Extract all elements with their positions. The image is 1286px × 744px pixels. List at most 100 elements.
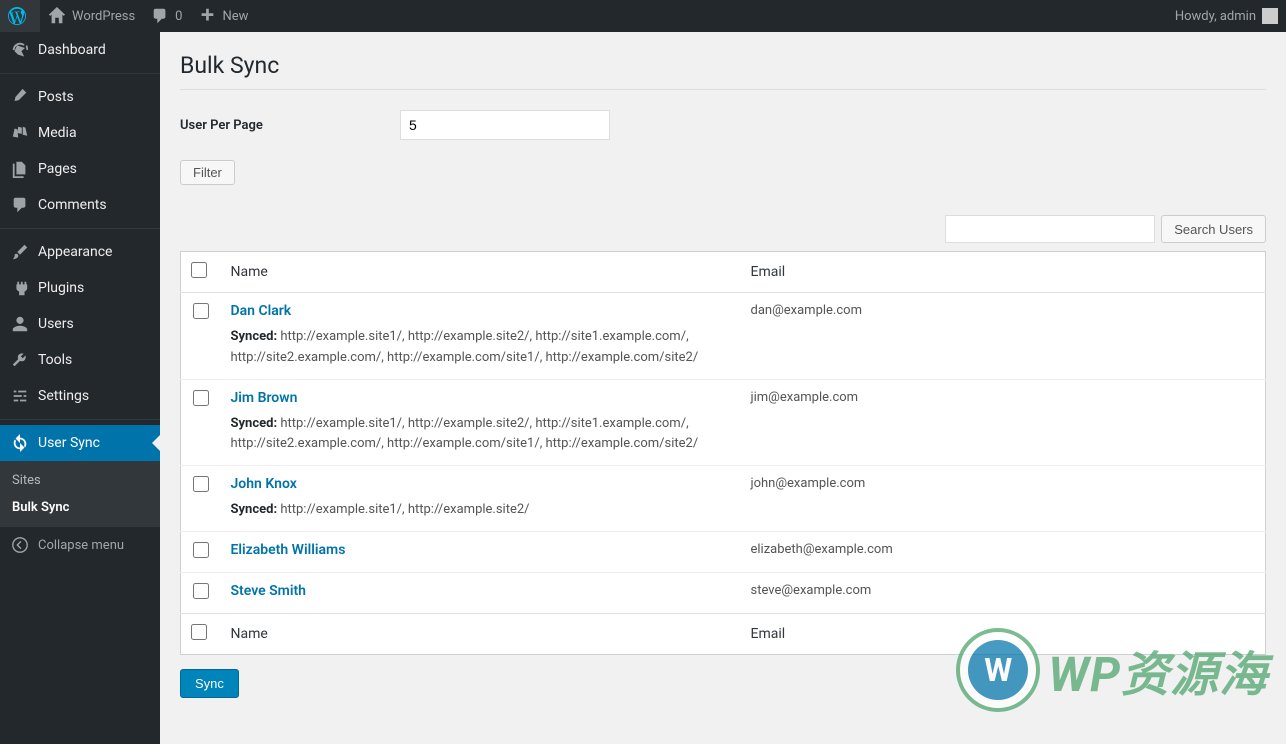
row-check-cell — [181, 531, 221, 572]
select-all-checkbox-bottom[interactable] — [191, 624, 207, 640]
synced-info: Synced: http://example.site1/, http://ex… — [231, 327, 731, 369]
collapse-icon — [10, 535, 30, 555]
synced-label: Synced: — [231, 329, 281, 344]
row-name-cell: Dan Clark Synced: http://example.site1/, … — [221, 293, 741, 380]
site-name-label: WordPress — [72, 9, 135, 24]
pages-icon — [10, 159, 30, 179]
per-page-input[interactable] — [400, 110, 610, 140]
plug-icon — [10, 278, 30, 298]
email-header[interactable]: Email — [741, 252, 1266, 293]
user-name-link[interactable]: Dan Clark — [231, 303, 292, 319]
sync-button[interactable]: Sync — [180, 669, 239, 698]
search-input[interactable] — [945, 215, 1155, 243]
user-name-link[interactable]: Elizabeth Williams — [231, 542, 346, 558]
new-content-link[interactable]: New — [190, 0, 256, 32]
comment-count: 0 — [175, 9, 182, 24]
wp-logo-menu[interactable] — [0, 0, 40, 32]
title-divider — [180, 89, 1266, 90]
row-name-cell: John Knox Synced: http://example.site1/, … — [221, 466, 741, 532]
sidebar-item-pages[interactable]: Pages — [0, 151, 160, 187]
user-name-link[interactable]: John Knox — [231, 476, 297, 492]
filter-button[interactable]: Filter — [180, 160, 235, 185]
table-row: John Knox Synced: http://example.site1/, … — [181, 466, 1266, 532]
row-checkbox[interactable] — [193, 542, 209, 558]
row-email-cell: steve@example.com — [741, 572, 1266, 613]
row-email-cell: elizabeth@example.com — [741, 531, 1266, 572]
row-checkbox[interactable] — [193, 476, 209, 492]
row-checkbox[interactable] — [193, 303, 209, 319]
home-icon — [48, 7, 66, 25]
sidebar-item-posts[interactable]: Posts — [0, 79, 160, 115]
synced-urls: http://example.site1/, http://example.si… — [231, 329, 699, 365]
sidebar-item-settings[interactable]: Settings — [0, 378, 160, 414]
main-content: Bulk Sync User Per Page Filter Search Us… — [160, 32, 1286, 718]
media-icon — [10, 123, 30, 143]
email-footer[interactable]: Email — [741, 613, 1266, 654]
brush-icon — [10, 242, 30, 262]
synced-info: Synced: http://example.site1/, http://ex… — [231, 414, 731, 456]
synced-label: Synced: — [231, 416, 281, 431]
sidebar-label: Plugins — [38, 280, 84, 296]
table-row: Steve Smith steve@example.com — [181, 572, 1266, 613]
sidebar-label: Users — [38, 316, 74, 332]
collapse-label: Collapse menu — [38, 538, 124, 553]
sidebar-label: User Sync — [38, 435, 100, 451]
table-row: Jim Brown Synced: http://example.site1/, … — [181, 379, 1266, 466]
sidebar-item-media[interactable]: Media — [0, 115, 160, 151]
select-all-header — [181, 252, 221, 293]
wrench-icon — [10, 350, 30, 370]
submenu-item-bulksync[interactable]: Bulk Sync — [0, 494, 160, 521]
per-page-label: User Per Page — [180, 118, 400, 133]
sync-icon — [10, 433, 30, 453]
new-label: New — [222, 9, 248, 24]
site-name-link[interactable]: WordPress — [40, 0, 143, 32]
sidebar-item-tools[interactable]: Tools — [0, 342, 160, 378]
sidebar-item-usersync[interactable]: User Sync — [0, 425, 160, 461]
sidebar-label: Pages — [38, 161, 77, 177]
submenu-usersync: Sites Bulk Sync — [0, 461, 160, 527]
synced-urls: http://example.site1/, http://example.si… — [280, 502, 529, 517]
row-check-cell — [181, 466, 221, 532]
pin-icon — [10, 87, 30, 107]
sidebar-label: Dashboard — [38, 42, 106, 58]
user-icon — [10, 314, 30, 334]
row-name-cell: Steve Smith — [221, 572, 741, 613]
comment-icon — [10, 195, 30, 215]
name-header[interactable]: Name — [221, 252, 741, 293]
search-users-button[interactable]: Search Users — [1161, 215, 1266, 243]
sidebar-item-users[interactable]: Users — [0, 306, 160, 342]
sidebar-label: Comments — [38, 197, 107, 213]
row-email-cell: jim@example.com — [741, 379, 1266, 466]
row-email-cell: dan@example.com — [741, 293, 1266, 380]
select-all-checkbox-top[interactable] — [191, 262, 207, 278]
row-check-cell — [181, 293, 221, 380]
sidebar-item-comments[interactable]: Comments — [0, 187, 160, 223]
row-check-cell — [181, 572, 221, 613]
per-page-row: User Per Page — [180, 110, 1266, 140]
users-table: Name Email Dan Clark Synced: http://examp… — [180, 251, 1266, 655]
sliders-icon — [10, 386, 30, 406]
user-name-link[interactable]: Steve Smith — [231, 583, 307, 599]
name-footer[interactable]: Name — [221, 613, 741, 654]
comments-link[interactable]: 0 — [143, 0, 190, 32]
my-account-link[interactable]: Howdy, admin — [1167, 0, 1286, 32]
select-all-footer — [181, 613, 221, 654]
plus-icon — [198, 7, 216, 25]
synced-info: Synced: http://example.site1/, http://ex… — [231, 500, 731, 521]
howdy-label: Howdy, admin — [1175, 9, 1256, 24]
dashboard-icon — [10, 40, 30, 60]
table-row: Elizabeth Williams elizabeth@example.com — [181, 531, 1266, 572]
sidebar-item-dashboard[interactable]: Dashboard — [0, 32, 160, 68]
admin-bar: WordPress 0 New Howdy, admin — [0, 0, 1286, 32]
search-row: Search Users — [180, 215, 1266, 243]
row-checkbox[interactable] — [193, 583, 209, 599]
sidebar-label: Settings — [38, 388, 89, 404]
sidebar-item-appearance[interactable]: Appearance — [0, 234, 160, 270]
sidebar-label: Appearance — [38, 244, 112, 260]
user-name-link[interactable]: Jim Brown — [231, 390, 298, 406]
row-checkbox[interactable] — [193, 390, 209, 406]
submenu-item-sites[interactable]: Sites — [0, 467, 160, 494]
synced-label: Synced: — [231, 502, 281, 517]
collapse-menu[interactable]: Collapse menu — [0, 527, 160, 563]
sidebar-item-plugins[interactable]: Plugins — [0, 270, 160, 306]
